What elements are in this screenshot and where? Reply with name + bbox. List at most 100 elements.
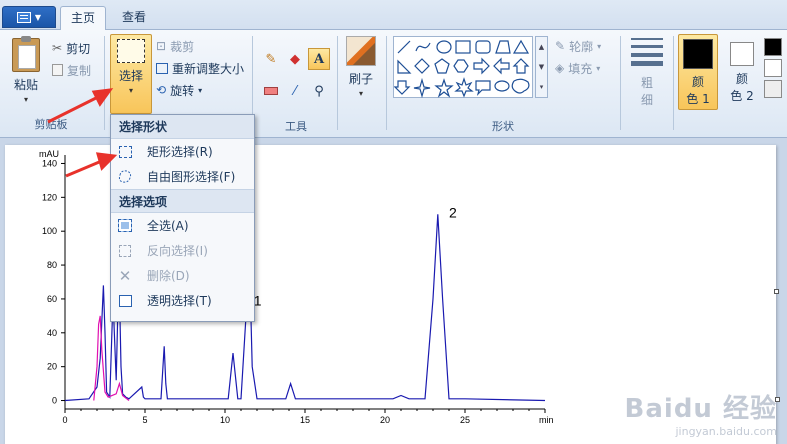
resize-button[interactable]: 重新调整大小: [156, 58, 244, 78]
text-icon: A: [313, 51, 325, 67]
copy-button[interactable]: 复制: [52, 60, 91, 80]
select-dropdown-menu: 选择形状 矩形选择(R) 自由图形选择(F) 选择选项 全选(A) 反向选择(I…: [110, 114, 255, 322]
ribbon-tab-bar: ▼ 主页 查看: [0, 0, 787, 31]
copy-label: 复制: [67, 63, 92, 78]
size-label-2: 细: [640, 93, 653, 107]
copy-icon: [52, 64, 63, 76]
gallery-expand-icon[interactable]: ▾: [536, 77, 547, 97]
arrow-to-select-button: [47, 94, 101, 124]
freeform-selection-label: 自由图形选择(F): [147, 170, 236, 184]
outline-button[interactable]: ✎ 轮廓 ▾: [555, 36, 601, 56]
divider: [673, 36, 674, 130]
bucket-icon: ◆: [290, 51, 300, 67]
fill-icon: ◈: [555, 61, 565, 75]
fill-tool[interactable]: ◆: [284, 48, 306, 70]
chevron-down-icon: ▾: [198, 85, 203, 95]
brush-icon: [346, 36, 376, 66]
freeform-selection-item[interactable]: 自由图形选择(F): [111, 164, 254, 189]
tab-view[interactable]: 查看: [112, 6, 156, 30]
palette-swatch[interactable]: [764, 38, 782, 56]
gallery-scroll[interactable]: ▲ ▼ ▾: [535, 36, 548, 98]
delete-label: 删除(D): [147, 269, 190, 283]
paint-window: ▼ 主页 查看 粘贴 ▾ ✂ 剪切 复制 剪贴板 选择 ▾ ⊡ 裁剪 重新调整大…: [0, 0, 787, 444]
chevron-down-icon: ▾: [597, 41, 602, 51]
size-button[interactable]: 粗 细: [626, 36, 668, 116]
shapes-group-label: 形状: [492, 120, 514, 133]
select-shape-header: 选择形状: [111, 115, 254, 139]
crop-button[interactable]: ⊡ 裁剪: [156, 36, 194, 56]
y-tick-label: 80: [47, 260, 57, 270]
invert-selection-label: 反向选择(I): [147, 244, 208, 258]
outline-label: 轮廓: [569, 39, 594, 54]
y-tick-label: 20: [47, 362, 57, 372]
select-all-icon: [117, 218, 133, 234]
scroll-down-icon[interactable]: ▼: [536, 57, 547, 77]
select-all-item[interactable]: 全选(A): [111, 213, 254, 238]
x-tick-label: 15: [300, 415, 310, 425]
chevron-down-icon: ▾: [358, 89, 363, 98]
x-axis-label: min: [539, 415, 554, 425]
size-label-1: 粗: [640, 76, 653, 90]
scroll-up-icon[interactable]: ▲: [536, 37, 547, 57]
rectangular-selection-label: 矩形选择(R): [147, 145, 213, 159]
palette-swatch[interactable]: [764, 59, 782, 77]
y-tick-label: 40: [47, 328, 57, 338]
pencil-tool[interactable]: ✎: [260, 48, 282, 70]
select-all-label: 全选(A): [147, 219, 189, 233]
arrowhead: [95, 152, 118, 171]
x-tick-label: 10: [220, 415, 230, 425]
brushes-label: 刷子: [348, 72, 373, 86]
tools-group-label: 工具: [285, 120, 307, 133]
palette-swatch[interactable]: [764, 80, 782, 98]
file-menu-button[interactable]: ▼: [2, 6, 56, 28]
color2-label-1: 颜: [735, 72, 748, 86]
text-tool[interactable]: A: [308, 48, 330, 70]
cut-button[interactable]: ✂ 剪切: [52, 38, 90, 58]
rotate-button[interactable]: ⟲ 旋转 ▾: [156, 80, 202, 100]
arrowhead: [91, 88, 114, 107]
tab-home[interactable]: 主页: [60, 6, 107, 31]
color2-button[interactable]: 颜 色 2: [722, 34, 762, 110]
eraser-tool[interactable]: [260, 80, 282, 102]
color1-button[interactable]: 颜 色 1: [678, 34, 718, 110]
rectangular-selection-item[interactable]: 矩形选择(R): [111, 139, 254, 164]
watermark-url: jingyan.baidu.com: [675, 425, 777, 438]
rotate-label: 旋转: [170, 83, 195, 98]
color-picker-tool[interactable]: ⁄: [284, 80, 306, 102]
line-width-icon: [631, 38, 663, 66]
divider: [386, 36, 387, 130]
watermark-brand: Baidu 经验: [624, 394, 777, 424]
resize-label: 重新调整大小: [172, 61, 245, 76]
delete-item[interactable]: ✕ 删除(D): [111, 263, 254, 288]
crop-icon: ⊡: [156, 39, 167, 53]
menu-icon: [16, 11, 31, 23]
magnifier-tool[interactable]: ⚲: [308, 80, 330, 102]
peak-label: 2: [449, 205, 457, 221]
chevron-down-icon: ▼: [34, 12, 42, 22]
chevron-down-icon: ▾: [128, 86, 133, 95]
select-options-header: 选择选项: [111, 189, 254, 213]
color1-label-2: 色 1: [686, 92, 710, 106]
eraser-icon: [264, 87, 278, 95]
invert-selection-item[interactable]: 反向选择(I): [111, 238, 254, 263]
eyedropper-icon: ⁄: [293, 83, 297, 99]
select-label: 选择: [118, 69, 143, 83]
magnifier-icon: ⚲: [314, 83, 324, 99]
y-tick-label: 0: [52, 396, 57, 406]
y-tick-label: 120: [42, 192, 57, 202]
canvas-resize-handle[interactable]: [774, 289, 779, 294]
annotation-arrows: [47, 88, 118, 178]
shapes-gallery[interactable]: [393, 36, 533, 99]
transparent-selection-item[interactable]: 透明选择(T): [111, 288, 254, 313]
baidu-watermark: Baidu 经验 jingyan.baidu.com: [625, 388, 777, 438]
brushes-button[interactable]: 刷子 ▾: [343, 36, 379, 116]
fill-button[interactable]: ◈ 填充 ▾: [555, 58, 600, 78]
outline-icon: ✎: [555, 39, 566, 53]
chevron-down-icon: ▾: [596, 63, 601, 73]
selection-marquee-icon: [117, 39, 145, 63]
pencil-icon: ✎: [265, 51, 277, 67]
divider: [620, 36, 621, 130]
divider: [337, 36, 338, 130]
rotate-icon: ⟲: [156, 83, 167, 97]
delete-x-icon: ✕: [118, 266, 132, 285]
